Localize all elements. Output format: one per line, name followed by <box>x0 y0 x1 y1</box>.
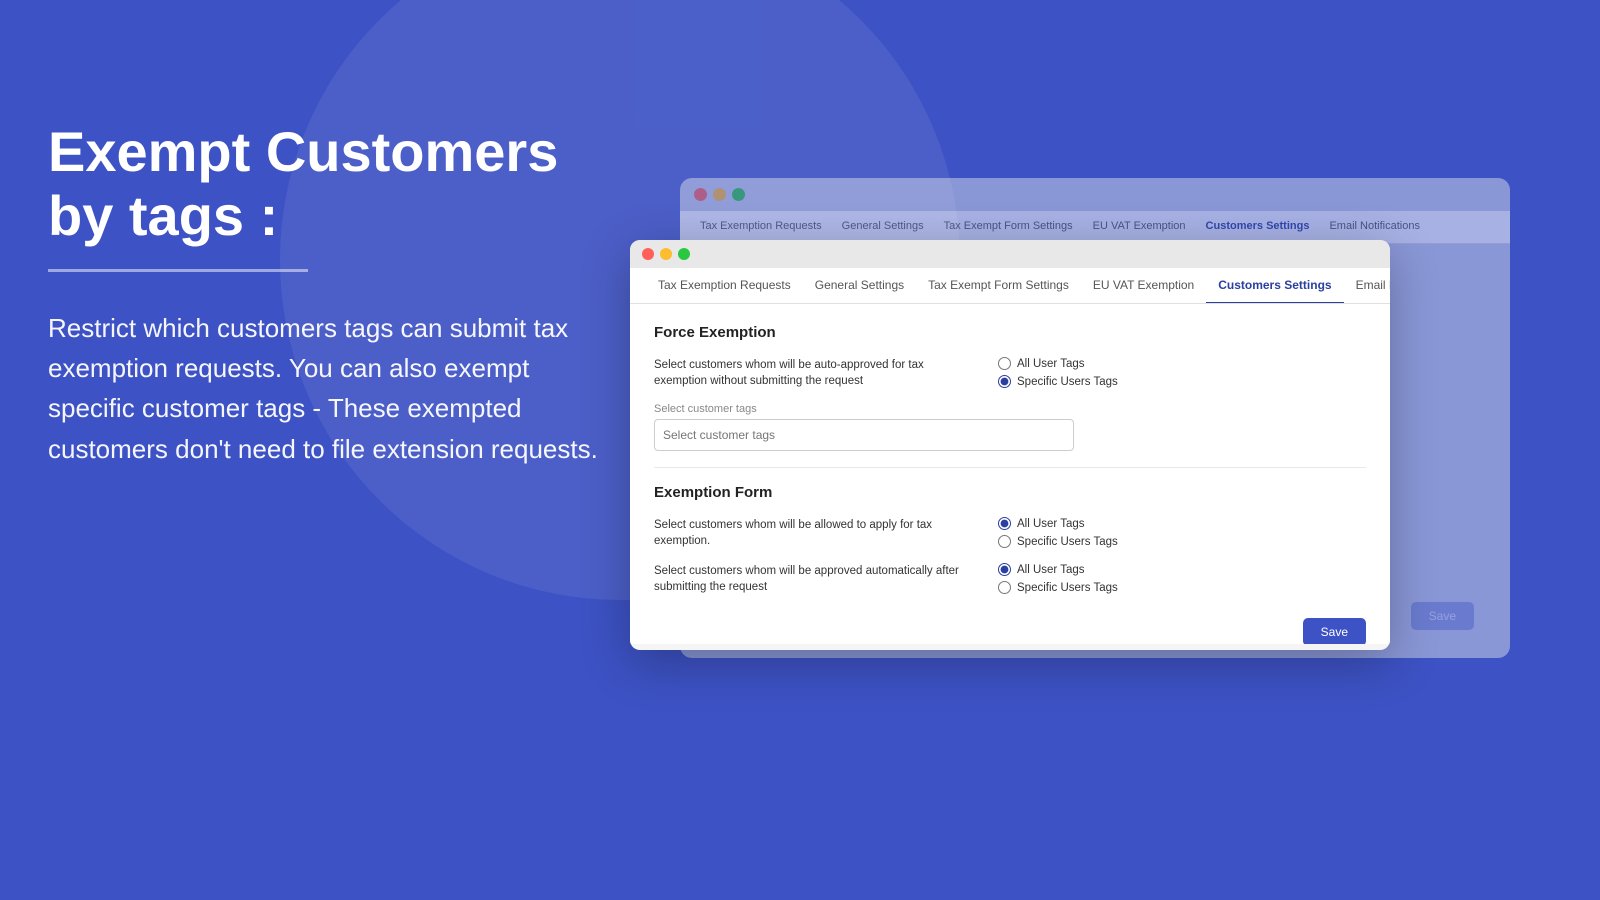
radio-specific-users-tags-form1[interactable]: Specific Users Tags <box>998 535 1118 548</box>
exemption-form-row2: Select customers whom will be approved a… <box>654 563 1366 595</box>
radio-all-user-tags-force-input[interactable] <box>998 357 1011 370</box>
bg-save-button: Save <box>1411 602 1474 630</box>
exemption-form-row1-label: Select customers whom will be allowed to… <box>654 517 974 549</box>
force-exemption-label: Select customers whom will be auto-appro… <box>654 357 974 389</box>
radio-specific-users-tags-form2-input[interactable] <box>998 581 1011 594</box>
radio-all-user-tags-form2-label: All User Tags <box>1017 564 1085 576</box>
dot-green[interactable] <box>678 248 690 260</box>
tab-tax-exemption-requests[interactable]: Tax Exemption Requests <box>646 268 803 304</box>
browser-window-foreground: Tax Exemption Requests General Settings … <box>630 240 1390 650</box>
force-exemption-row: Select customers whom will be auto-appro… <box>654 357 1366 389</box>
radio-all-user-tags-form1-input[interactable] <box>998 517 1011 530</box>
force-exemption-radio-group: All User Tags Specific Users Tags <box>998 357 1118 388</box>
dot-red[interactable] <box>642 248 654 260</box>
radio-all-user-tags-form1-label: All User Tags <box>1017 518 1085 530</box>
tab-customers-settings[interactable]: Customers Settings <box>1206 268 1343 304</box>
exemption-form-row2-label: Select customers whom will be approved a… <box>654 563 974 595</box>
bg-tab-1: Tax Exemption Requests <box>690 211 832 243</box>
tab-eu-vat-exemption[interactable]: EU VAT Exemption <box>1081 268 1206 304</box>
radio-specific-users-tags-form2[interactable]: Specific Users Tags <box>998 581 1118 594</box>
radio-all-user-tags-force-label: All User Tags <box>1017 358 1085 370</box>
bg-tab-5: Customers Settings <box>1196 211 1320 243</box>
radio-specific-users-tags-force-input[interactable] <box>998 375 1011 388</box>
radio-specific-users-tags-form1-label: Specific Users Tags <box>1017 536 1118 548</box>
tag-input-label: Select customer tags <box>654 403 1366 415</box>
heading: Exempt Customers by tags : <box>48 120 608 249</box>
titlebar <box>630 240 1390 268</box>
tag-input-field[interactable] <box>654 419 1074 451</box>
bg-titlebar <box>680 178 1510 211</box>
radio-all-user-tags-form2-input[interactable] <box>998 563 1011 576</box>
content-area: Force Exemption Select customers whom wi… <box>630 304 1390 644</box>
save-button-row: Save <box>654 610 1366 644</box>
exemption-form-title: Exemption Form <box>654 484 1366 501</box>
description-text: Restrict which customers tags can submit… <box>48 308 608 469</box>
exemption-form-row1-radio-group: All User Tags Specific Users Tags <box>998 517 1118 548</box>
bg-tab-4: EU VAT Exemption <box>1083 211 1196 243</box>
bg-dot-yellow <box>713 188 726 201</box>
radio-all-user-tags-force[interactable]: All User Tags <box>998 357 1118 370</box>
radio-specific-users-tags-force[interactable]: Specific Users Tags <box>998 375 1118 388</box>
radio-specific-users-tags-force-label: Specific Users Tags <box>1017 376 1118 388</box>
bg-tab-2: General Settings <box>832 211 934 243</box>
save-button[interactable]: Save <box>1303 618 1366 644</box>
radio-all-user-tags-form1[interactable]: All User Tags <box>998 517 1118 530</box>
bg-dot-green <box>732 188 745 201</box>
exemption-form-row1: Select customers whom will be allowed to… <box>654 517 1366 549</box>
left-panel: Exempt Customers by tags : Restrict whic… <box>48 120 608 469</box>
radio-specific-users-tags-form1-input[interactable] <box>998 535 1011 548</box>
section-divider <box>654 467 1366 468</box>
heading-divider <box>48 269 308 272</box>
nav-tabs: Tax Exemption Requests General Settings … <box>630 268 1390 304</box>
force-exemption-title: Force Exemption <box>654 324 1366 341</box>
radio-specific-users-tags-form2-label: Specific Users Tags <box>1017 582 1118 594</box>
dot-yellow[interactable] <box>660 248 672 260</box>
exemption-form-row2-radio-group: All User Tags Specific Users Tags <box>998 563 1118 594</box>
bg-dot-red <box>694 188 707 201</box>
tab-tax-exempt-form-settings[interactable]: Tax Exempt Form Settings <box>916 268 1081 304</box>
radio-all-user-tags-form2[interactable]: All User Tags <box>998 563 1118 576</box>
tab-general-settings[interactable]: General Settings <box>803 268 916 304</box>
tag-input-row: Select customer tags <box>654 403 1366 451</box>
tab-email-notifications[interactable]: Email Notifications <box>1344 268 1390 304</box>
bg-tab-3: Tax Exempt Form Settings <box>934 211 1083 243</box>
bg-tab-6: Email Notifications <box>1319 211 1429 243</box>
